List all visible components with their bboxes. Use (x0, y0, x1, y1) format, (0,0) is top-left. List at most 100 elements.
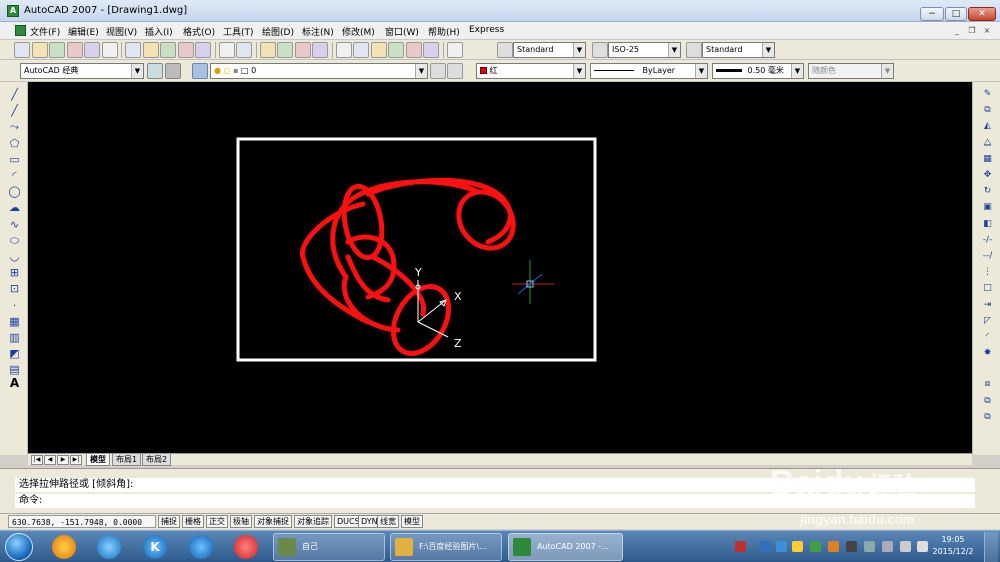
circle-icon[interactable]: ◯ (8, 185, 21, 198)
copy-icon[interactable] (142, 42, 159, 58)
hatch-icon[interactable]: ▦ (8, 315, 21, 328)
coordinate-readout[interactable]: 630.7638, -151.7948, 0.0000 (8, 515, 156, 528)
sheet-set-icon[interactable] (388, 42, 404, 58)
mirror-icon[interactable]: ◭ (981, 120, 994, 133)
array-icon[interactable]: ▦ (981, 153, 994, 166)
break-at-point-icon[interactable]: ⋮ (981, 266, 994, 279)
stretch-icon[interactable]: ◧ (981, 218, 994, 231)
model-toggle[interactable]: 模型 (401, 515, 423, 528)
menu-edit[interactable]: 编辑(E) (68, 25, 99, 38)
my-workspace-icon[interactable] (165, 63, 181, 79)
menu-help[interactable]: 帮助(H) (428, 25, 460, 38)
task-photo-viewer[interactable]: 自己 (273, 533, 385, 561)
tab-last-button[interactable]: ▶| (70, 455, 82, 465)
plot-preview-icon[interactable] (84, 42, 100, 58)
media-player-icon[interactable] (52, 535, 76, 559)
start-button[interactable] (5, 533, 33, 561)
tray-keyboard-icon[interactable] (846, 541, 857, 552)
tab-layout2[interactable]: 布局2 (142, 454, 172, 466)
spline-icon[interactable]: ∿ (8, 218, 21, 231)
tab-prev-button[interactable]: ◀ (44, 455, 56, 465)
text-style-select[interactable]: Standard ▼ (513, 42, 586, 58)
show-desktop-button[interactable] (984, 532, 998, 562)
tray-vpn-icon[interactable] (776, 541, 787, 552)
video-player-icon[interactable] (234, 535, 258, 559)
drawing-canvas[interactable]: Y X Z (28, 82, 972, 453)
close-button[interactable]: ✕ (968, 7, 996, 21)
ortho-toggle[interactable]: 正交 (206, 515, 228, 528)
paste-icon[interactable] (160, 42, 176, 58)
point-icon[interactable]: · (8, 299, 21, 312)
construction-line-icon[interactable]: ╱ (8, 104, 21, 117)
lineweight-toggle[interactable]: 线宽 (377, 515, 399, 528)
tray-flag-icon[interactable] (900, 541, 911, 552)
line-icon[interactable]: ╱ (8, 88, 21, 101)
color-select[interactable]: 红 ▼ (476, 63, 586, 79)
menu-modify[interactable]: 修改(M) (342, 25, 375, 38)
trim-icon[interactable]: -/- (981, 234, 994, 247)
menu-tools[interactable]: 工具(T) (223, 25, 254, 38)
rotate-icon[interactable]: ↻ (981, 185, 994, 198)
draw-order-icon[interactable]: ⧈ (981, 378, 994, 391)
browser-icon[interactable] (97, 535, 121, 559)
task-autocad[interactable]: AutoCAD 2007 -... (508, 533, 623, 561)
taskbar-clock[interactable]: 19:05 2015/12/2 (932, 534, 974, 558)
lineweight-select[interactable]: 0.50 毫米 ▼ (712, 63, 804, 79)
linetype-select[interactable]: ByLayer ▼ (590, 63, 708, 79)
tray-display-icon[interactable] (864, 541, 875, 552)
polar-toggle[interactable]: 极轴 (230, 515, 252, 528)
design-center-icon[interactable] (353, 42, 369, 58)
open-icon[interactable] (31, 42, 48, 58)
tab-model[interactable]: 模型 (86, 454, 110, 466)
layer-select[interactable]: ● ○ ▪ □ 0 ▼ (210, 63, 428, 79)
tab-layout1[interactable]: 布局1 (112, 454, 142, 466)
tab-first-button[interactable]: |◀ (31, 455, 43, 465)
rectangle-icon[interactable]: ▭ (8, 153, 21, 166)
multiline-text-icon[interactable]: A (8, 377, 21, 390)
gradient-icon[interactable]: ▥ (8, 331, 21, 344)
tray-app-icon[interactable] (735, 541, 746, 552)
mdi-minimize-button[interactable]: _ (950, 25, 964, 37)
quickcalc-icon[interactable] (423, 42, 439, 58)
workspace-select[interactable]: AutoCAD 经典 ▼ (20, 63, 144, 79)
properties-icon[interactable] (335, 42, 352, 58)
publish-icon[interactable] (101, 42, 118, 58)
pan-icon[interactable] (259, 42, 276, 58)
block-editor-icon[interactable] (195, 42, 211, 58)
minimize-button[interactable]: − (920, 7, 944, 21)
redo-icon[interactable] (236, 42, 252, 58)
menu-insert[interactable]: 插入(I) (145, 25, 173, 38)
layer-properties-icon[interactable] (192, 63, 208, 79)
table-style-select[interactable]: Standard ▼ (702, 42, 775, 58)
match-properties-icon[interactable] (177, 42, 194, 58)
ellipse-icon[interactable]: ⬭ (8, 234, 21, 247)
swept-solid-object[interactable] (300, 177, 524, 363)
plot-icon[interactable] (66, 42, 83, 58)
move-icon[interactable]: ✥ (981, 169, 994, 182)
break-icon[interactable]: □ (981, 282, 994, 295)
mdi-restore-button[interactable]: ❐ (965, 25, 979, 37)
fillet-icon[interactable]: ◜ (981, 331, 994, 344)
revision-cloud-icon[interactable]: ☁ (8, 201, 21, 214)
explode-icon[interactable]: ✸ (981, 347, 994, 360)
maximize-button[interactable]: □ (945, 7, 967, 21)
erase-icon[interactable]: ✎ (981, 88, 994, 101)
tray-volume-icon[interactable] (917, 541, 928, 552)
menu-express[interactable]: Express (469, 25, 504, 35)
extend-icon[interactable]: --/ (981, 250, 994, 263)
table-icon[interactable]: ▤ (8, 363, 21, 376)
tray-monitor-icon[interactable] (882, 541, 893, 552)
join-icon[interactable]: ⇥ (981, 299, 994, 312)
text-style-icon[interactable] (497, 42, 513, 58)
menu-file[interactable]: 文件(F) (30, 25, 60, 38)
otrack-toggle[interactable]: 对象追踪 (294, 515, 332, 528)
send-to-back-icon[interactable]: ⧉ (981, 411, 994, 424)
tray-network-icon[interactable] (810, 541, 821, 552)
osnap-toggle[interactable]: 对象捕捉 (254, 515, 292, 528)
autocad-app-icon[interactable]: A (7, 5, 19, 17)
tray-update-icon[interactable] (828, 541, 839, 552)
tray-shield-icon[interactable] (760, 541, 771, 552)
make-layer-current-icon[interactable] (430, 63, 446, 79)
polyline-icon[interactable]: ⤳ (8, 120, 21, 133)
tab-next-button[interactable]: ▶ (57, 455, 69, 465)
